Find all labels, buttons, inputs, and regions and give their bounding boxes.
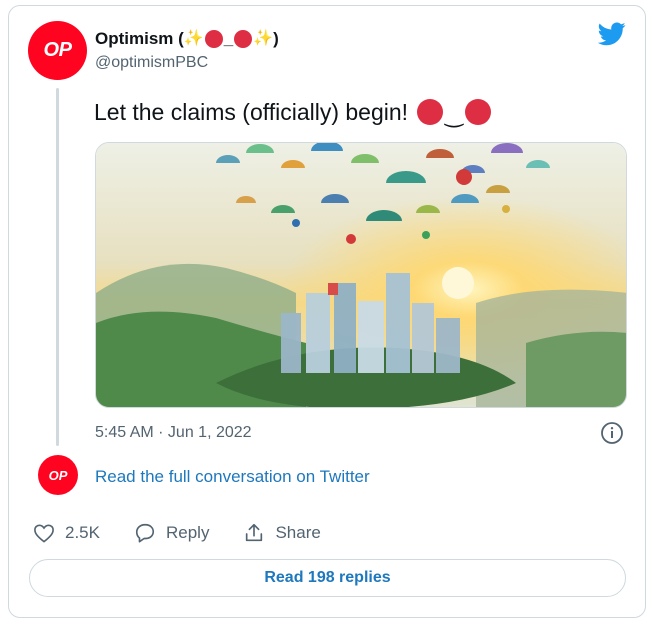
red-circle-icon [204,30,223,48]
avatar-text: OP [48,467,68,483]
heart-icon [34,524,54,543]
sparkles-icon: ✨ [253,30,274,47]
thread-line [56,88,59,446]
read-conversation-link[interactable]: Read the full conversation on Twitter [95,467,370,487]
share-button[interactable]: Share [243,522,321,544]
tweet-text-body: Let the claims (officially) begin! [94,99,409,125]
twitter-bird-icon[interactable] [598,22,626,46]
reply-button[interactable]: Reply [134,522,209,544]
tweet-image[interactable] [95,142,627,408]
read-replies-button[interactable]: Read 198 replies [29,559,626,597]
action-bar: 2.5K Reply Share [33,519,355,547]
sparkles-icon: ✨ [183,30,204,47]
info-icon[interactable] [600,421,624,445]
author-name-text: Optimism ( [95,29,184,48]
red-circle-icon [234,30,253,48]
tweet-text: Let the claims (officially) begin! ‿ [94,97,491,127]
red-circle-icon [464,99,491,125]
conversation-avatar[interactable]: OP [38,455,78,495]
author-avatar[interactable]: OP [28,21,87,80]
smile-glyph: ‿ [445,102,463,127]
author-name-close: ) [273,29,279,48]
avatar-text: OP [43,39,72,61]
share-icon [246,523,263,542]
reply-icon [135,523,155,543]
reply-label: Reply [165,523,210,542]
author-handle[interactable]: @optimismPBC [95,54,208,72]
tweet-timestamp[interactable]: 5:45 AM · Jun 1, 2022 [95,424,252,442]
share-label: Share [275,523,321,542]
red-circle-icon [417,99,444,125]
underscore-glyph: _ [223,29,234,48]
author-name[interactable]: Optimism ( ✨ _ ✨ ) [95,29,279,49]
illustration-parachutes-city [96,143,626,407]
like-count: 2.5K [65,523,100,542]
like-button[interactable]: 2.5K [33,523,100,543]
